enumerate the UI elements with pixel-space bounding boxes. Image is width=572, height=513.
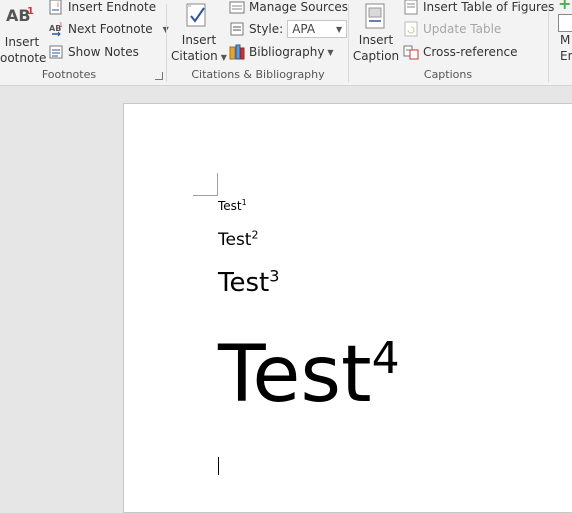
manage-sources-button[interactable]: Manage Sources [229, 0, 348, 17]
document-line-2[interactable]: Test2 [218, 228, 258, 250]
document-line-3[interactable]: Test3 [218, 268, 279, 298]
cross-reference-icon [403, 44, 419, 60]
insert-caption-icon [352, 2, 400, 32]
cross-reference-button[interactable]: Cross-reference [403, 42, 518, 62]
captions-group-label: Captions [423, 68, 473, 81]
document-line-4[interactable]: Test4 [218, 325, 400, 425]
insert-caption-label: Insert Caption [352, 33, 400, 63]
show-notes-button[interactable]: Show Notes [48, 42, 139, 62]
footnote-reference[interactable]: 2 [251, 228, 258, 241]
chevron-down-icon: ▼ [327, 47, 334, 57]
group-separator [548, 4, 549, 82]
style-icon [229, 21, 245, 37]
citations-group-label: Citations & Bibliography [191, 68, 325, 81]
chevron-down-icon: ▼ [336, 24, 343, 34]
group-separator [166, 4, 167, 82]
footnotes-dialog-launcher-icon[interactable] [155, 72, 163, 80]
insert-citation-label: Insert Citation ▼ [171, 33, 227, 63]
table-of-figures-icon [403, 0, 419, 15]
footnote-reference[interactable]: 3 [269, 266, 279, 285]
update-table-icon [403, 21, 419, 37]
margin-corner-mark [193, 195, 217, 196]
document-line-1[interactable]: Test1 [218, 198, 247, 214]
svg-text:": " [188, 4, 191, 12]
manage-sources-icon [229, 0, 245, 15]
insert-footnote-button[interactable]: AB 1 Insert ootnote [0, 4, 47, 66]
margin-corner-mark [217, 173, 218, 196]
ribbon: AB 1 Insert ootnote i Insert Endnote AB 1… [0, 0, 572, 86]
svg-text:i: i [57, 1, 59, 9]
next-footnote-icon: AB 1 [48, 21, 64, 37]
footnotes-group-label: Footnotes [41, 68, 97, 81]
chevron-down-icon: ▼ [220, 53, 227, 62]
style-control: Style: APA ▼ [229, 19, 348, 39]
insert-citation-icon: " [170, 2, 228, 32]
update-table-button[interactable]: Update Table [403, 19, 501, 39]
mark-entry-label: M En [560, 33, 572, 63]
insert-endnote-button[interactable]: i Insert Endnote [48, 0, 156, 17]
insert-footnote-label: Insert ootnote [0, 35, 47, 65]
footnote-reference[interactable]: 4 [372, 333, 400, 384]
insert-endnote-icon: i [48, 0, 64, 15]
insert-footnote-icon: AB 1 [6, 6, 34, 25]
group-separator [348, 4, 349, 82]
text-cursor [218, 457, 219, 475]
insert-caption-button[interactable]: Insert Caption [352, 2, 400, 66]
show-notes-icon [48, 44, 64, 60]
document-page[interactable] [123, 103, 572, 513]
svg-text:1: 1 [59, 22, 63, 29]
mark-entry-icon: + [552, 0, 572, 32]
style-label: Style: [249, 22, 284, 36]
insert-citation-button[interactable]: " Insert Citation ▼ [170, 2, 228, 66]
next-footnote-button[interactable]: AB1 Next Footnote ▼ [48, 19, 169, 39]
bibliography-button[interactable]: Bibliography ▼ [229, 42, 334, 62]
style-select[interactable]: APA ▼ [287, 20, 348, 38]
mark-entry-button[interactable]: + M En [552, 0, 572, 66]
footnote-reference[interactable]: 1 [242, 198, 247, 207]
insert-table-of-figures-button[interactable]: Insert Table of Figures [403, 0, 554, 17]
bibliography-icon [229, 44, 245, 60]
